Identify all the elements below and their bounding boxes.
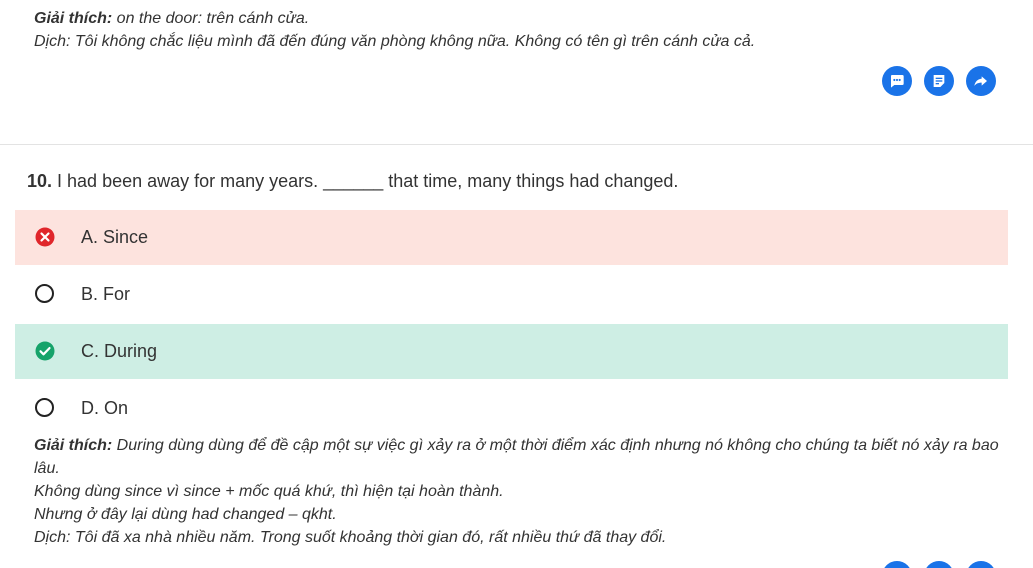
share-arrow-icon: [974, 76, 987, 86]
chat-bubble-icon: [890, 75, 904, 88]
explanation-line-2: Không dùng since vì since + mốc quá khứ,…: [34, 483, 504, 500]
explanation-line-3: Nhưng ở đây lại dùng had changed – qkht.: [34, 506, 337, 523]
check-icon: [35, 341, 55, 361]
comment-button[interactable]: [882, 561, 912, 568]
question-text: 10. I had been away for many years. ____…: [27, 171, 678, 192]
option-c-label: C. During: [81, 341, 158, 361]
note-button[interactable]: [924, 66, 954, 96]
previous-actions: [882, 66, 996, 96]
question-body: I had been away for many years. ______ t…: [52, 171, 679, 191]
radio-icon: [35, 398, 55, 418]
answer-actions: [882, 561, 996, 568]
note-button[interactable]: [924, 561, 954, 568]
note-icon: [933, 75, 945, 87]
option-b[interactable]: B. For: [15, 267, 1008, 322]
explanation-label: Giải thích:: [34, 10, 113, 27]
explanation-label: Giải thích:: [34, 437, 113, 454]
share-button[interactable]: [966, 66, 996, 96]
section-divider: [0, 144, 1033, 145]
answer-explanation: Giải thích: During dùng dùng để đề cập m…: [34, 434, 999, 549]
previous-explanation-line: Giải thích: on the door: trên cánh cửa.: [34, 7, 1004, 30]
explanation-translation: Dịch: Tôi đã xa nhà nhiều năm. Trong suố…: [34, 529, 667, 546]
explanation-text: on the door: trên cánh cửa.: [112, 10, 310, 27]
previous-explanation: Giải thích: on the door: trên cánh cửa. …: [34, 7, 1004, 53]
option-d-label: D. On: [81, 398, 129, 418]
option-a[interactable]: A. Since: [15, 210, 1008, 265]
option-a-label: A. Since: [81, 227, 149, 247]
wrong-icon: [35, 227, 55, 247]
option-d[interactable]: D. On: [15, 381, 1008, 436]
option-c[interactable]: C. During: [15, 324, 1008, 379]
quiz-page: Giải thích: on the door: trên cánh cửa. …: [0, 0, 1033, 568]
explanation-line-1: Giải thích: During dùng dùng để đề cập m…: [34, 434, 999, 480]
radio-icon: [35, 284, 55, 304]
previous-translation: Dịch: Tôi không chắc liệu mình đã đến đú…: [34, 33, 756, 50]
option-b-label: B. For: [81, 284, 131, 304]
share-button[interactable]: [966, 561, 996, 568]
question-number: 10.: [27, 171, 53, 191]
comment-button[interactable]: [882, 66, 912, 96]
explanation-text: During dùng dùng để đề cập một sự việc g…: [34, 437, 999, 477]
